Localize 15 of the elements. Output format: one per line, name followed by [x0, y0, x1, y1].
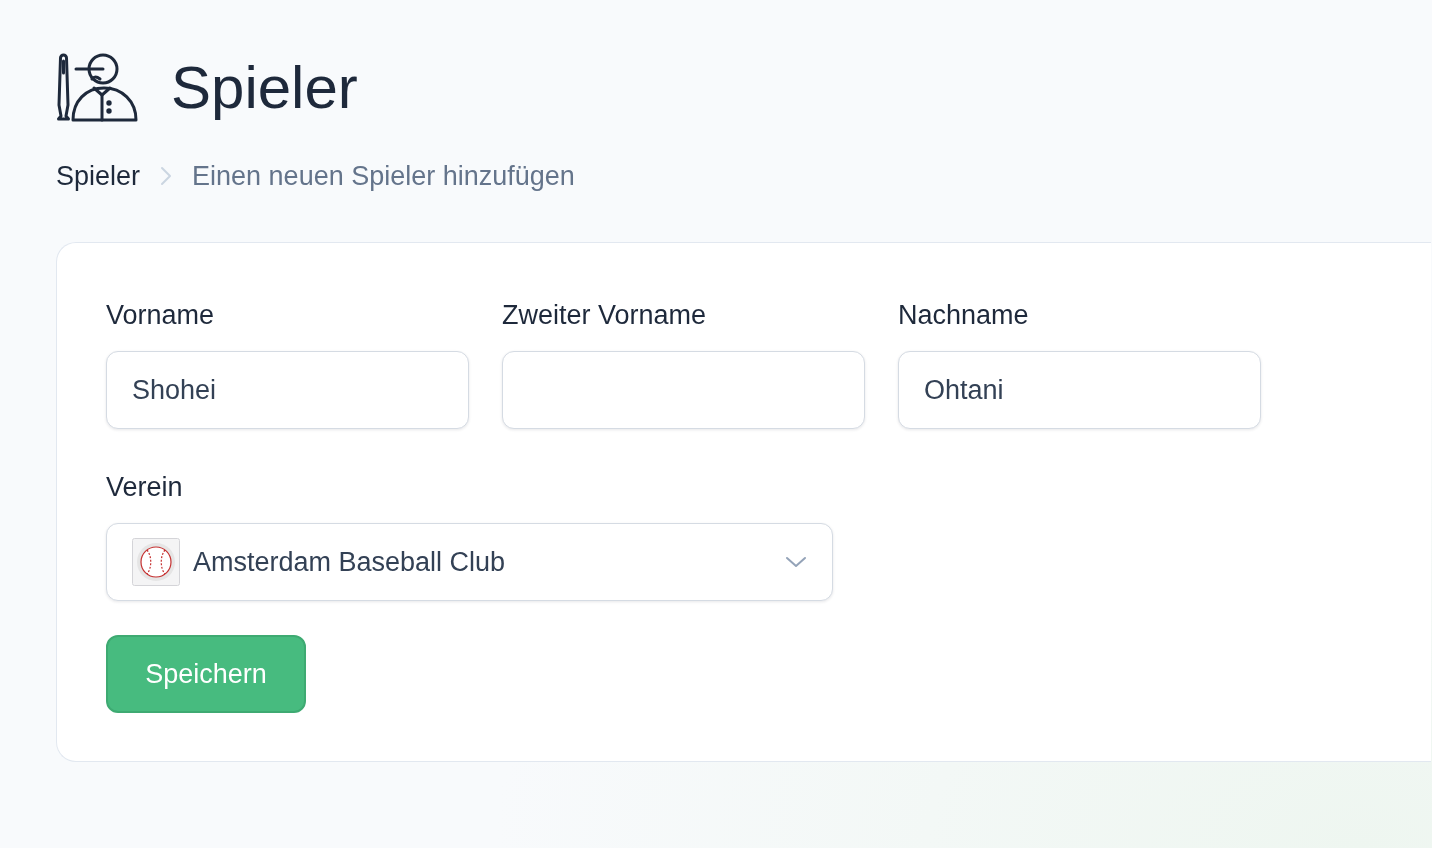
club-select[interactable]: Amsterdam Baseball Club	[106, 523, 833, 602]
baseball-icon	[132, 538, 180, 587]
chevron-right-icon	[160, 166, 173, 187]
breadcrumb-current: Einen neuen Spieler hinzufügen	[192, 160, 575, 193]
field-label: Zweiter Vorname	[502, 299, 707, 332]
input-field[interactable]: Shohei	[106, 351, 469, 430]
chevron-down-icon	[785, 556, 807, 569]
breadcrumb-link[interactable]: Spieler	[56, 160, 141, 193]
field-label: Nachname	[898, 299, 1029, 332]
page-title: Spieler	[171, 57, 358, 118]
input-field[interactable]: Ohtani	[898, 351, 1261, 430]
input-field[interactable]	[502, 351, 865, 430]
field-label: Verein	[106, 471, 183, 504]
field-label: Vorname	[106, 299, 215, 332]
baseball-player-icon	[56, 53, 138, 122]
